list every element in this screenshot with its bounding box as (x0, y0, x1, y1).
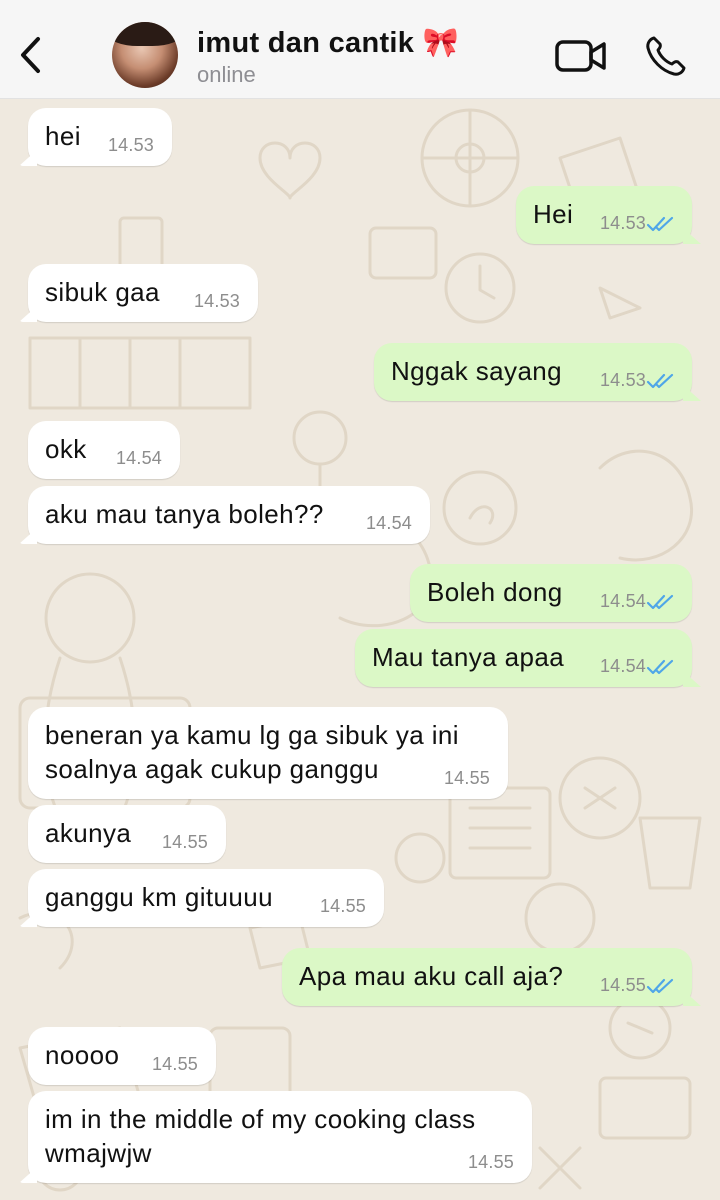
contact-avatar[interactable] (112, 22, 178, 88)
message-bubble[interactable]: Mau tanya apaa 14.54 (355, 629, 692, 687)
message-time: 14.54 (599, 656, 646, 676)
video-call-button[interactable] (554, 36, 608, 76)
message-time: 14.55 (319, 896, 366, 916)
message-time: 14.55 (599, 975, 646, 995)
message-time: 14.55 (467, 1152, 514, 1172)
read-ticks-icon (646, 659, 674, 675)
message-text: aku mau tanya boleh?? (45, 499, 324, 529)
message-bubble[interactable]: im in the middle of my cooking class wma… (28, 1091, 532, 1183)
message-bubble[interactable]: okk 14.54 (28, 421, 180, 479)
message-time: 14.54 (599, 591, 646, 611)
message-text: Apa mau aku call aja? (299, 961, 564, 991)
message-text: Mau tanya apaa (372, 642, 565, 672)
read-ticks-icon (646, 978, 674, 994)
message-bubble[interactable]: noooo 14.55 (28, 1027, 216, 1085)
message-bubble[interactable]: Apa mau aku call aja? 14.55 (282, 948, 692, 1006)
message-time: 14.53 (193, 291, 240, 311)
read-ticks-icon (646, 373, 674, 389)
message-time: 14.54 (365, 513, 412, 533)
message-bubble[interactable]: beneran ya kamu lg ga sibuk ya ini soaln… (28, 707, 508, 799)
contact-name: imut dan cantik (197, 27, 415, 59)
message-text: noooo (45, 1040, 120, 1070)
message-text: sibuk gaa (45, 277, 160, 307)
message-time: 14.53 (107, 135, 154, 155)
message-bubble[interactable]: Boleh dong 14.54 (410, 564, 692, 622)
message-bubble[interactable]: sibuk gaa 14.53 (28, 264, 258, 322)
ribbon-emoji: 🎀 (422, 27, 459, 59)
message-text: Boleh dong (427, 577, 563, 607)
video-call-icon (555, 40, 606, 72)
read-ticks-icon (646, 594, 674, 610)
message-bubble[interactable]: Hei 14.53 (516, 186, 692, 244)
message-bubble[interactable]: Nggak sayang 14.53 (374, 343, 692, 401)
message-text: Nggak sayang (391, 356, 563, 386)
message-text: Hei (533, 199, 574, 229)
message-text: ganggu km gituuuu (45, 882, 273, 912)
back-icon (21, 37, 40, 73)
message-text: akunya (45, 818, 132, 848)
read-ticks-icon (646, 216, 674, 232)
voice-call-button[interactable] (644, 34, 688, 78)
contact-name-row[interactable]: imut dan cantik 🎀 (197, 26, 459, 60)
message-text: hei (45, 121, 81, 151)
message-bubble[interactable]: hei 14.53 (28, 108, 172, 166)
message-text: im in the middle of my cooking class wma… (45, 1104, 476, 1168)
message-time: 14.54 (115, 448, 162, 468)
message-time: 14.55 (151, 1054, 198, 1074)
voice-call-icon (646, 36, 686, 76)
contact-status: online (197, 62, 256, 87)
message-bubble[interactable]: akunya 14.55 (28, 805, 226, 863)
message-time: 14.55 (161, 832, 208, 852)
message-text: okk (45, 434, 87, 464)
message-bubble[interactable]: ganggu km gituuuu 14.55 (28, 869, 384, 927)
chat-header: imut dan cantik 🎀 online (0, 0, 720, 99)
message-text: beneran ya kamu lg ga sibuk ya ini soaln… (45, 720, 459, 784)
message-time: 14.53 (599, 370, 646, 390)
message-time: 14.53 (599, 213, 646, 233)
message-time: 14.55 (443, 768, 490, 788)
back-button[interactable] (12, 30, 48, 80)
message-bubble[interactable]: aku mau tanya boleh?? 14.54 (28, 486, 430, 544)
message-list[interactable]: hei 14.53 Hei 14.53 sibuk gaa 14.53 Ngga… (0, 98, 720, 1200)
